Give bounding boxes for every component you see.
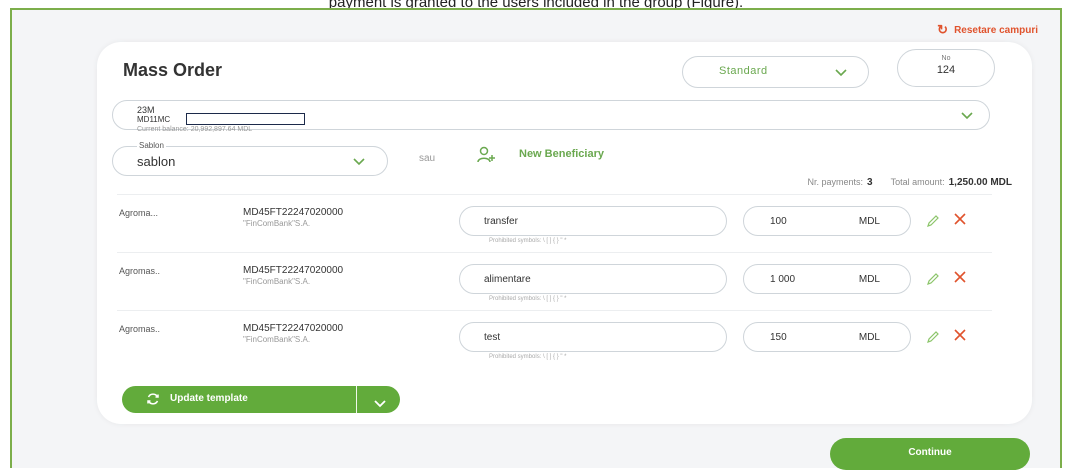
payment-purpose-input[interactable]: test <box>459 322 727 352</box>
edit-icon[interactable] <box>927 214 939 227</box>
beneficiary-name: Agromas.. <box>119 324 161 334</box>
refresh-icon: ↻ <box>937 22 949 37</box>
payment-row: Agroma... MD45FT22247020000 "FinComBank"… <box>97 194 1032 254</box>
beneficiary-bank: "FinComBank"S.A. <box>243 277 311 286</box>
sync-icon <box>146 392 160 406</box>
continue-button[interactable]: Continue <box>830 438 1030 470</box>
beneficiary-name: Agroma... <box>119 208 159 218</box>
chevron-down-icon <box>835 69 847 79</box>
beneficiary-bank: "FinComBank"S.A. <box>243 335 311 344</box>
delete-icon[interactable] <box>953 212 967 226</box>
beneficiary-iban: MD45FT22247020000 <box>243 323 344 334</box>
template-label: Sablon <box>137 141 166 150</box>
template-select[interactable]: sablon <box>112 146 388 176</box>
chevron-down-icon <box>961 112 973 122</box>
order-number-value: 124 <box>936 64 956 76</box>
payment-purpose-value: transfer <box>484 216 518 227</box>
mass-order-card: Mass Order Standard No 124 23M MD11MC Cu… <box>97 42 1032 424</box>
redacted-account-box <box>186 113 305 125</box>
template-value: sablon <box>137 154 176 169</box>
payment-purpose-input[interactable]: transfer <box>459 206 727 236</box>
prohibited-symbols-hint: Prohibited symbols: \ [ ] { } " * <box>489 238 567 244</box>
order-number-field[interactable]: No 124 <box>897 49 995 87</box>
add-user-icon[interactable] <box>477 146 497 164</box>
edit-icon[interactable] <box>927 272 939 285</box>
payment-purpose-value: test <box>484 332 501 343</box>
amount-input[interactable]: 100 MDL <box>743 206 911 236</box>
update-template-button[interactable]: Update template <box>122 386 400 413</box>
payments-count-label: Nr. payments: <box>807 177 864 187</box>
new-beneficiary-link[interactable]: New Beneficiary <box>519 148 604 160</box>
page-title: Mass Order <box>123 60 223 80</box>
reset-label: Resetare campuri <box>954 24 1038 36</box>
currency-label: MDL <box>858 332 880 343</box>
amount-input[interactable]: 1 000 MDL <box>743 264 911 294</box>
prohibited-symbols-hint: Prohibited symbols: \ [ ] { } " * <box>489 354 567 360</box>
update-template-label: Update template <box>170 393 248 404</box>
total-amount-label: Total amount: <box>890 177 945 187</box>
amount-value: 150 <box>770 332 787 343</box>
beneficiary-bank: "FinComBank"S.A. <box>243 219 311 228</box>
chevron-down-icon <box>353 158 365 168</box>
payment-row: Agromas.. MD45FT22247020000 "FinComBank"… <box>97 310 1032 370</box>
payment-row: Agromas.. MD45FT22247020000 "FinComBank"… <box>97 252 1032 312</box>
payment-purpose-value: alimentare <box>484 274 531 285</box>
currency-label: MDL <box>858 274 880 285</box>
currency-label: MDL <box>858 216 880 227</box>
payments-summary: Nr. payments: 3 Total amount: 1,250.00 M… <box>808 177 1013 188</box>
current-balance: Current balance: 20,992,897.64 MDL <box>137 126 253 133</box>
payments-count-value: 3 <box>867 177 873 188</box>
order-number-label: No <box>941 55 951 62</box>
order-type-select[interactable]: Standard <box>682 56 869 88</box>
continue-label: Continue <box>908 447 952 458</box>
delete-icon[interactable] <box>953 328 967 342</box>
or-text: sau <box>419 153 436 164</box>
amount-value: 100 <box>770 216 787 227</box>
reset-fields-link[interactable]: ↻ Resetare campuri <box>937 22 1038 38</box>
payment-purpose-input[interactable]: alimentare <box>459 264 727 294</box>
edit-icon[interactable] <box>927 330 939 343</box>
beneficiary-name: Agromas.. <box>119 266 161 276</box>
amount-value: 1 000 <box>770 274 796 285</box>
account-line2: MD11MC <box>137 115 171 124</box>
beneficiary-iban: MD45FT22247020000 <box>243 265 344 276</box>
account-line1: 23M <box>137 105 155 115</box>
order-type-value: Standard <box>719 65 768 77</box>
page-frame: ↻ Resetare campuri Mass Order Standard N… <box>10 8 1062 470</box>
delete-icon[interactable] <box>953 270 967 284</box>
chevron-down-icon[interactable] <box>374 395 386 408</box>
amount-input[interactable]: 150 MDL <box>743 322 911 352</box>
total-amount-value: 1,250.00 MDL <box>948 177 1012 188</box>
prohibited-symbols-hint: Prohibited symbols: \ [ ] { } " * <box>489 296 567 302</box>
beneficiary-iban: MD45FT22247020000 <box>243 207 344 218</box>
